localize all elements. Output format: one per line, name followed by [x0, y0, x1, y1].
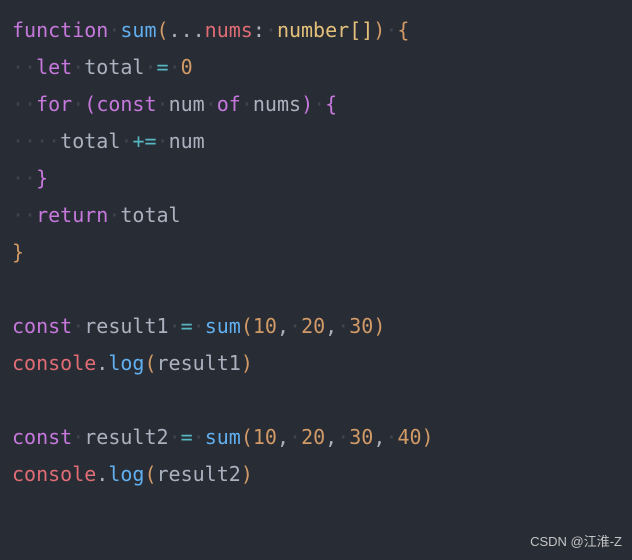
- number-literal: 10: [253, 425, 277, 449]
- number-literal: 40: [397, 425, 421, 449]
- code-line-10: console.log(result1): [12, 345, 632, 382]
- operator: +=: [132, 129, 156, 153]
- keyword-const: const: [12, 314, 72, 338]
- console-obj: console: [12, 462, 96, 486]
- code-line-12: const·result2·=·sum(10,·20,·30,·40): [12, 419, 632, 456]
- watermark-text: CSDN @江淮-Z: [530, 530, 622, 554]
- console-obj: console: [12, 351, 96, 375]
- param-nums: nums: [205, 18, 253, 42]
- number-literal: 0: [181, 55, 193, 79]
- code-block: function·sum(...nums:·number[])·{ ··let·…: [12, 12, 632, 493]
- code-line-11: [12, 382, 632, 419]
- type-annotation: number: [277, 18, 349, 42]
- code-line-7: }: [12, 234, 632, 271]
- number-literal: 10: [253, 314, 277, 338]
- function-name: sum: [120, 18, 156, 42]
- keyword-function: function: [12, 18, 108, 42]
- var-result1: result1: [84, 314, 168, 338]
- number-literal: 30: [349, 425, 373, 449]
- number-literal: 20: [301, 425, 325, 449]
- code-line-8: [12, 271, 632, 308]
- keyword-const: const: [12, 425, 72, 449]
- code-line-2: ··let·total·=·0: [12, 49, 632, 86]
- method-log: log: [108, 351, 144, 375]
- code-line-5: ··}: [12, 160, 632, 197]
- keyword-of: of: [217, 92, 241, 116]
- spread-operator: ...: [169, 18, 205, 42]
- var-total: total: [84, 55, 144, 79]
- function-call: sum: [205, 314, 241, 338]
- number-literal: 30: [349, 314, 373, 338]
- keyword-for: for: [36, 92, 72, 116]
- function-call: sum: [205, 425, 241, 449]
- code-line-9: const·result1·=·sum(10,·20,·30): [12, 308, 632, 345]
- keyword-return: return: [36, 203, 108, 227]
- keyword-let: let: [36, 55, 72, 79]
- code-line-3: ··for·(const·num·of·nums)·{: [12, 86, 632, 123]
- method-log: log: [108, 462, 144, 486]
- code-line-6: ··return·total: [12, 197, 632, 234]
- code-line-4: ····total·+=·num: [12, 123, 632, 160]
- keyword-const: const: [96, 92, 156, 116]
- number-literal: 20: [301, 314, 325, 338]
- var-num: num: [169, 92, 205, 116]
- code-line-13: console.log(result2): [12, 456, 632, 493]
- var-result2: result2: [84, 425, 168, 449]
- code-line-1: function·sum(...nums:·number[])·{: [12, 12, 632, 49]
